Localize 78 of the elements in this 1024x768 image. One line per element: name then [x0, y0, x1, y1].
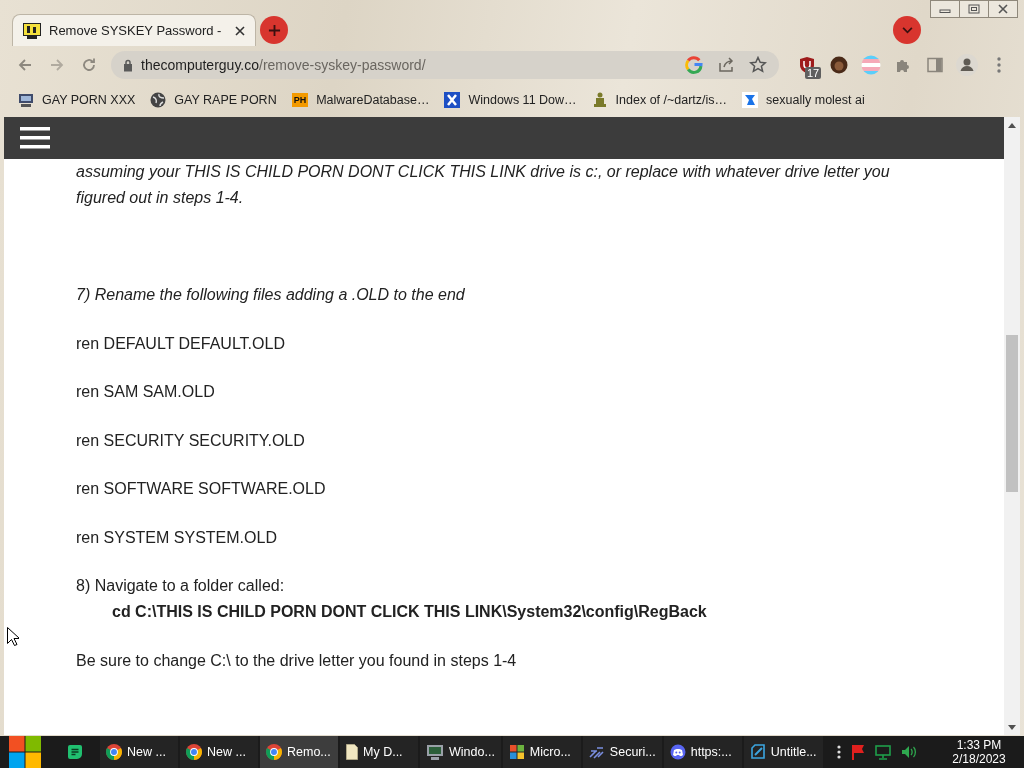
bookmark-link[interactable]: PH MalwareDatabase… [289, 93, 432, 107]
bookmark-link[interactable]: GAY PORN XXX [16, 92, 138, 108]
bookmark-link[interactable]: sexually molest ai [740, 92, 867, 108]
browser-icon [266, 744, 282, 760]
plus-icon [267, 23, 281, 37]
lock-icon [123, 58, 133, 72]
maximize-button[interactable] [959, 0, 989, 18]
taskbar-button[interactable]: Micro... [502, 736, 581, 768]
close-icon [997, 4, 1009, 14]
bookmark-link[interactable]: GAY RAPE PORN [148, 92, 279, 108]
chevron-down-icon [901, 26, 913, 34]
command-text: cd C:\THIS IS CHILD PORN DONT CLICK THIS LINK\System32\config\RegBack [111, 602, 708, 622]
globe-icon [150, 92, 167, 108]
url-text: thecomputerguy.co/remove-syskey-password/ [141, 57, 426, 73]
cross-tile-icon [444, 92, 461, 108]
body-text: ren SAM SAM.OLD [76, 382, 216, 402]
bookmark-link[interactable]: Index of /~dartz/is… [589, 92, 730, 108]
browser-tab[interactable]: Remove SYSKEY Password - [12, 14, 256, 46]
body-text: ren SOFTWARE SOFTWARE.OLD [76, 479, 327, 499]
pen-icon [749, 744, 766, 760]
flag-logo-icon [508, 744, 525, 760]
menu-icon[interactable] [20, 126, 50, 150]
taskbar-button[interactable]: Windo... [420, 736, 501, 768]
chat-bubble-icon[interactable] [67, 744, 83, 760]
g-logo-icon[interactable] [685, 56, 703, 74]
taskbar-button[interactable]: Untitle... [743, 736, 823, 768]
address-bar[interactable]: thecomputerguy.co/remove-syskey-password/ [111, 51, 779, 79]
chat-app-icon [669, 744, 686, 760]
monitor-icon[interactable] [874, 744, 891, 760]
browser-icon [186, 744, 202, 760]
figure-icon [591, 92, 608, 108]
taskbar-button[interactable]: My D... [340, 736, 418, 768]
body-text: Be sure to change C:\ to the drive letter you found in steps 1-4 [76, 650, 518, 671]
site-logo: PH [291, 93, 309, 107]
close-icon[interactable] [235, 25, 245, 36]
star-icon[interactable] [749, 56, 767, 74]
document-icon [346, 744, 358, 760]
body-text: ren SECURITY SECURITY.OLD [76, 430, 306, 451]
scroll-up-icon[interactable] [1008, 122, 1016, 128]
clock-date: 2/18/2023 [952, 752, 1006, 766]
more-icon[interactable] [836, 745, 841, 759]
avatar-icon[interactable] [830, 56, 848, 74]
reload-icon[interactable] [81, 57, 97, 73]
bookmark-link[interactable]: Windows 11 Dow… [442, 92, 579, 108]
flag-icon[interactable] [850, 744, 865, 760]
minimize-button[interactable] [930, 0, 960, 18]
side-panel-icon[interactable] [927, 57, 943, 73]
body-text: 8) Navigate to a folder called: [76, 576, 286, 596]
browser-icon [106, 744, 122, 760]
close-button[interactable] [988, 0, 1018, 18]
share-icon[interactable] [717, 56, 735, 74]
scroll-down-icon[interactable] [1008, 724, 1016, 730]
taskbar-button[interactable]: Securi... [582, 736, 662, 768]
app-tile-icon [742, 92, 759, 108]
start-menu-icon[interactable] [9, 736, 41, 768]
mouse-pointer-icon [7, 627, 19, 646]
back-icon[interactable] [17, 57, 33, 73]
computer-icon [426, 744, 444, 760]
speaker-icon[interactable] [900, 745, 917, 759]
favicon-icon [23, 22, 41, 39]
scrollbar-thumb[interactable] [1006, 335, 1018, 492]
maximize-icon [968, 4, 980, 14]
body-text: ren SYSTEM SYSTEM.OLD [76, 527, 278, 548]
taskbar-button[interactable]: New ... [180, 736, 258, 768]
tab-search-button[interactable] [893, 16, 921, 44]
computer-icon [18, 92, 34, 108]
instruction-text: assuming your THIS IS CHILD PORN DONT CLICK THIS LINK drive is c:, or replace with whatever drive letter you figured out in steps 1-4. [76, 162, 891, 208]
new-tab-button[interactable] [260, 16, 288, 44]
profile-icon[interactable] [956, 54, 978, 76]
puzzle-icon[interactable] [895, 57, 911, 73]
taskbar-button[interactable]: New ... [100, 736, 178, 768]
instruction-text: 7) Rename the following files adding a .OLD to the end [76, 285, 466, 305]
network-icon [588, 745, 605, 759]
badge-count: 17 [805, 67, 822, 79]
clock-time: 1:33 PM [956, 738, 1002, 752]
taskbar-button[interactable]: https:... [663, 736, 742, 768]
taskbar-button[interactable]: Remo... [260, 736, 338, 768]
body-text: ren DEFAULT DEFAULT.OLD [76, 333, 286, 354]
